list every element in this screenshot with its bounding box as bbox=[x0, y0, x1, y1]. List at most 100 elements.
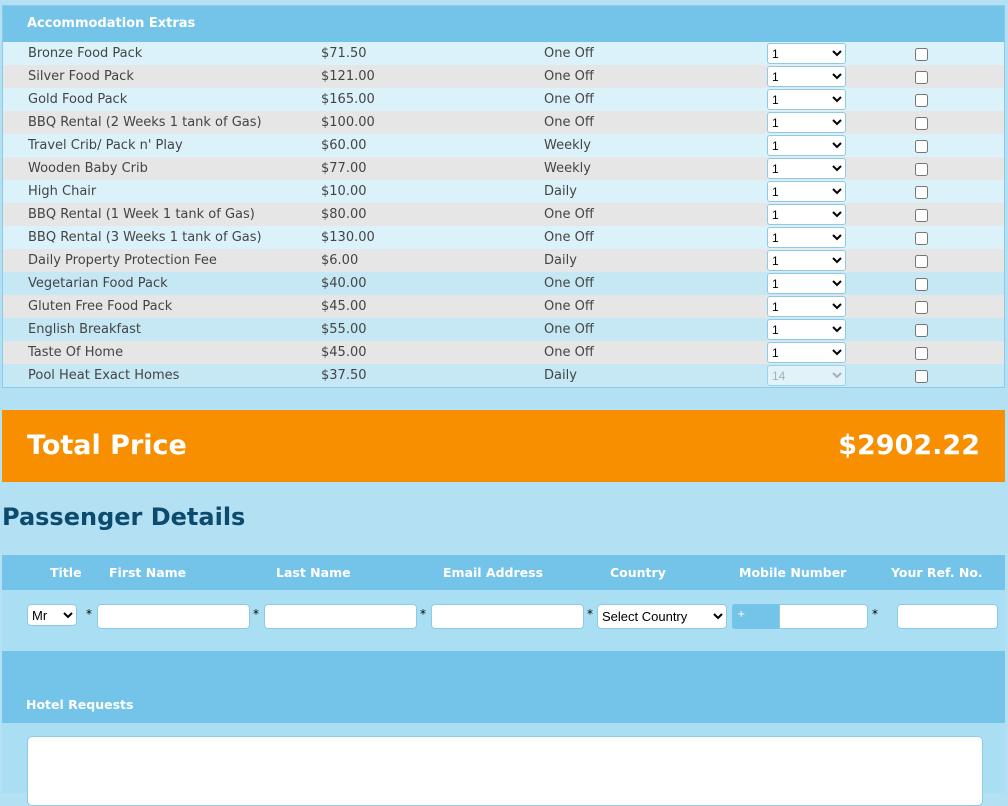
hotel-requests-area bbox=[2, 723, 1005, 806]
extra-checkbox[interactable] bbox=[915, 370, 928, 383]
extra-price: $121.00 bbox=[321, 69, 375, 84]
first-name-input[interactable] bbox=[97, 604, 250, 629]
extra-row: Travel Crib/ Pack n' Play $60.00 Weekly … bbox=[3, 134, 1004, 157]
extra-checkbox[interactable] bbox=[915, 232, 928, 245]
extra-quantity-select[interactable]: 1 bbox=[767, 43, 846, 64]
header-ref: Your Ref. No. bbox=[891, 565, 983, 580]
extra-checkbox[interactable] bbox=[915, 71, 928, 84]
header-country: Country bbox=[610, 565, 666, 580]
extra-name: Daily Property Protection Fee bbox=[28, 253, 217, 268]
header-mobile: Mobile Number bbox=[739, 565, 847, 580]
required-mark: * bbox=[420, 607, 426, 621]
total-price-value: $2902.22 bbox=[838, 430, 980, 461]
extra-quantity-select[interactable]: 1 bbox=[767, 66, 846, 87]
extra-quantity-select[interactable]: 1 bbox=[767, 296, 846, 317]
extra-checkbox[interactable] bbox=[915, 163, 928, 176]
extra-name: BBQ Rental (1 Week 1 tank of Gas) bbox=[28, 207, 255, 222]
extra-name: Taste Of Home bbox=[28, 345, 124, 360]
header-first-name: First Name bbox=[109, 565, 187, 580]
extra-checkbox[interactable] bbox=[915, 301, 928, 314]
extra-quantity-select[interactable]: 1 bbox=[767, 250, 846, 271]
extra-checkbox[interactable] bbox=[915, 186, 928, 199]
mobile-input[interactable] bbox=[779, 604, 868, 629]
extra-frequency: One Off bbox=[544, 115, 594, 130]
extra-row: Daily Property Protection Fee $6.00 Dail… bbox=[3, 249, 1004, 272]
required-mark: * bbox=[86, 607, 92, 621]
extra-quantity-select[interactable]: 1 bbox=[767, 181, 846, 202]
required-mark: * bbox=[587, 607, 593, 621]
total-price-label: Total Price bbox=[27, 430, 187, 461]
extra-quantity-select[interactable]: 1 bbox=[767, 204, 846, 225]
extra-frequency: One Off bbox=[544, 276, 594, 291]
extra-row: Pool Heat Exact Homes $37.50 Daily 14 bbox=[3, 364, 1004, 387]
extra-frequency: One Off bbox=[544, 69, 594, 84]
extra-quantity-select[interactable]: 1 bbox=[767, 342, 846, 363]
extra-price: $60.00 bbox=[321, 138, 367, 153]
extra-price: $130.00 bbox=[321, 230, 375, 245]
extra-quantity-select[interactable]: 1 bbox=[767, 112, 846, 133]
extras-header: Accommodation Extras bbox=[3, 6, 1004, 42]
extra-name: Travel Crib/ Pack n' Play bbox=[28, 138, 183, 153]
extra-checkbox[interactable] bbox=[915, 140, 928, 153]
passenger-input-row: Mr * * * * Select Country + * bbox=[2, 590, 1005, 651]
extra-quantity-select[interactable]: 1 bbox=[767, 273, 846, 294]
extra-quantity-select[interactable]: 1 bbox=[767, 135, 846, 156]
email-input[interactable] bbox=[431, 604, 584, 629]
extra-quantity-select[interactable]: 1 bbox=[767, 319, 846, 340]
extra-price: $45.00 bbox=[321, 345, 367, 360]
extra-row: Gold Food Pack $165.00 One Off 1 bbox=[3, 88, 1004, 111]
extra-price: $10.00 bbox=[321, 184, 367, 199]
extra-row: Vegetarian Food Pack $40.00 One Off 1 bbox=[3, 272, 1004, 295]
extra-price: $6.00 bbox=[321, 253, 359, 268]
extra-frequency: One Off bbox=[544, 299, 594, 314]
extra-name: Vegetarian Food Pack bbox=[28, 276, 168, 291]
extra-price: $77.00 bbox=[321, 161, 367, 176]
header-title: Title bbox=[50, 565, 82, 580]
passenger-details-title: Passenger Details bbox=[2, 503, 246, 531]
extra-quantity-select[interactable]: 14 bbox=[767, 365, 846, 386]
extra-name: Silver Food Pack bbox=[28, 69, 134, 84]
header-email: Email Address bbox=[443, 565, 544, 580]
required-mark: * bbox=[872, 607, 878, 621]
extra-price: $165.00 bbox=[321, 92, 375, 107]
extra-quantity-select[interactable]: 1 bbox=[767, 227, 846, 248]
last-name-input[interactable] bbox=[264, 604, 417, 629]
extra-name: Wooden Baby Crib bbox=[28, 161, 148, 176]
extra-row: Gluten Free Food Pack $45.00 One Off 1 bbox=[3, 295, 1004, 318]
hotel-requests-label: Hotel Requests bbox=[26, 697, 134, 712]
ref-input[interactable] bbox=[897, 604, 998, 629]
hotel-requests-header: Hotel Requests bbox=[2, 651, 1005, 723]
extra-name: BBQ Rental (2 Weeks 1 tank of Gas) bbox=[28, 115, 262, 130]
extra-frequency: Daily bbox=[544, 253, 577, 268]
extra-checkbox[interactable] bbox=[915, 209, 928, 222]
extra-row: BBQ Rental (2 Weeks 1 tank of Gas) $100.… bbox=[3, 111, 1004, 134]
extra-checkbox[interactable] bbox=[915, 347, 928, 360]
passenger-details-form: Title First Name Last Name Email Address… bbox=[2, 555, 1005, 806]
extra-price: $71.50 bbox=[321, 46, 367, 61]
country-select[interactable]: Select Country bbox=[597, 604, 727, 629]
extra-frequency: One Off bbox=[544, 322, 594, 337]
extra-checkbox[interactable] bbox=[915, 278, 928, 291]
extra-name: BBQ Rental (3 Weeks 1 tank of Gas) bbox=[28, 230, 262, 245]
extra-frequency: Weekly bbox=[544, 161, 591, 176]
accommodation-extras-table: Accommodation Extras Bronze Food Pack $7… bbox=[2, 5, 1005, 388]
hotel-requests-textarea[interactable] bbox=[27, 736, 983, 806]
extra-name: Gluten Free Food Pack bbox=[28, 299, 173, 314]
extra-checkbox[interactable] bbox=[915, 117, 928, 130]
extra-quantity-select[interactable]: 1 bbox=[767, 89, 846, 110]
extra-frequency: One Off bbox=[544, 46, 594, 61]
extra-name: Bronze Food Pack bbox=[28, 46, 143, 61]
extra-checkbox[interactable] bbox=[915, 94, 928, 107]
extra-checkbox[interactable] bbox=[915, 48, 928, 61]
extra-frequency: One Off bbox=[544, 230, 594, 245]
extra-frequency: Weekly bbox=[544, 138, 591, 153]
extra-row: Wooden Baby Crib $77.00 Weekly 1 bbox=[3, 157, 1004, 180]
extra-row: English Breakfast $55.00 One Off 1 bbox=[3, 318, 1004, 341]
extra-checkbox[interactable] bbox=[915, 324, 928, 337]
title-select[interactable]: Mr bbox=[27, 604, 77, 626]
extra-frequency: Daily bbox=[544, 184, 577, 199]
extra-name: English Breakfast bbox=[28, 322, 141, 337]
extra-name: High Chair bbox=[28, 184, 97, 199]
extra-quantity-select[interactable]: 1 bbox=[767, 158, 846, 179]
extra-checkbox[interactable] bbox=[915, 255, 928, 268]
